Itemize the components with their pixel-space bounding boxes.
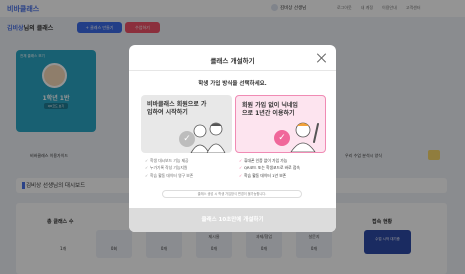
option-member-signup[interactable]: 비바클래스 회원으로 가입하여 시작하기 ✓	[141, 95, 232, 153]
option-nickname-title: 회원 가입 없이 닉네임으로 1년간 이용하기	[242, 102, 298, 117]
feature-item: ✓ 학습 활동 데이터 1년 보존	[239, 172, 287, 178]
option-member-features: ✓ 학생 대시보드 기능 제공 ✓ 누가기록 작성 기능지원 ✓ 학습 활동 데이터 …	[145, 157, 193, 179]
option-nickname-signup[interactable]: 회원 가입 없이 닉네임으로 1년간 이용하기 ✓	[235, 95, 326, 153]
check-icon: ✓	[179, 131, 195, 147]
feature-item: ✓ 휴대폰 인증 없이 가입 가능	[239, 158, 288, 163]
signup-notice: 클래스 생성 시 학생 가입방식 변경이 불가능합니다.	[162, 190, 302, 198]
feature-item: ✓ 학생 대시보드 기능 제공	[145, 158, 189, 163]
modal-divider	[129, 70, 336, 71]
feature-item: ✓ 학습 활동 데이터 영구 보존	[145, 172, 194, 178]
modal-title: 클래스 개설하기	[210, 57, 255, 65]
modal-subtitle: 학생 가입 방식을 선택하세요.	[198, 81, 267, 87]
close-icon[interactable]	[316, 53, 326, 63]
option-member-title: 비바클래스 회원으로 가입하여 시작하기	[147, 101, 207, 116]
check-icon: ✓	[274, 130, 290, 146]
feature-item: ✓ QR코드 또는 학생코드로 바로 접속	[239, 165, 300, 171]
create-class-submit-button[interactable]: 클래스 10초만에 개설하기	[129, 208, 336, 232]
option-nickname-features: ✓ 휴대폰 인증 없이 가입 가능 ✓ QR코드 또는 학생코드로 바로 접속 ✓ 학…	[239, 157, 300, 179]
feature-item: ✓ 누가기록 작성 기능지원	[145, 165, 188, 171]
create-class-modal: 클래스 개설하기 학생 가입 방식을 선택하세요. 비바클래스 회원으로 가입하…	[129, 45, 336, 232]
